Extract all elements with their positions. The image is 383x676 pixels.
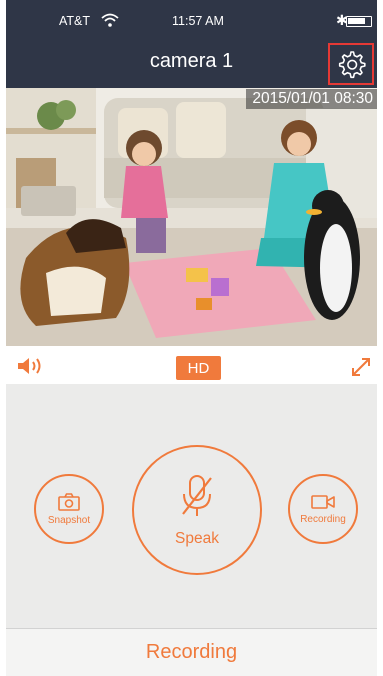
top-bar: AT&T 11:57 AM ✱ camera 1 [6, 0, 377, 88]
status-bar: AT&T 11:57 AM ✱ [6, 12, 377, 32]
video-camera-icon [311, 495, 335, 509]
fullscreen-button[interactable] [350, 356, 372, 378]
settings-button[interactable] [328, 43, 374, 85]
snapshot-button[interactable]: Snapshot [34, 474, 104, 544]
status-time: 11:57 AM [172, 14, 224, 28]
speaker-icon [18, 358, 41, 374]
microphone-muted-icon [182, 475, 212, 516]
recording-tab[interactable]: Recording [6, 629, 377, 676]
recording-button[interactable]: Recording [288, 474, 358, 544]
wifi-icon [100, 12, 120, 28]
snapshot-label: Snapshot [47, 515, 91, 526]
carrier-label: AT&T [59, 14, 91, 28]
gear-icon [338, 51, 366, 79]
expand-icon [352, 358, 370, 376]
recording-button-label: Recording [300, 514, 346, 525]
camera-icon [58, 493, 80, 511]
camera-feed[interactable]: 2015/01/01 08:30 [6, 88, 377, 346]
speak-label: Speak [175, 530, 219, 547]
app-screen: AT&T 11:57 AM ✱ camera 1 2015/01/01 08:3… [6, 0, 377, 676]
speak-button[interactable]: Speak [132, 445, 262, 575]
quality-toggle[interactable]: HD [176, 356, 221, 380]
video-controls-bar: HD [6, 346, 377, 384]
video-timestamp: 2015/01/01 08:30 [246, 89, 377, 109]
page-title: camera 1 [149, 50, 234, 72]
battery-icon [346, 16, 372, 27]
speaker-button[interactable] [16, 356, 46, 376]
camera-feed-image [6, 88, 377, 346]
